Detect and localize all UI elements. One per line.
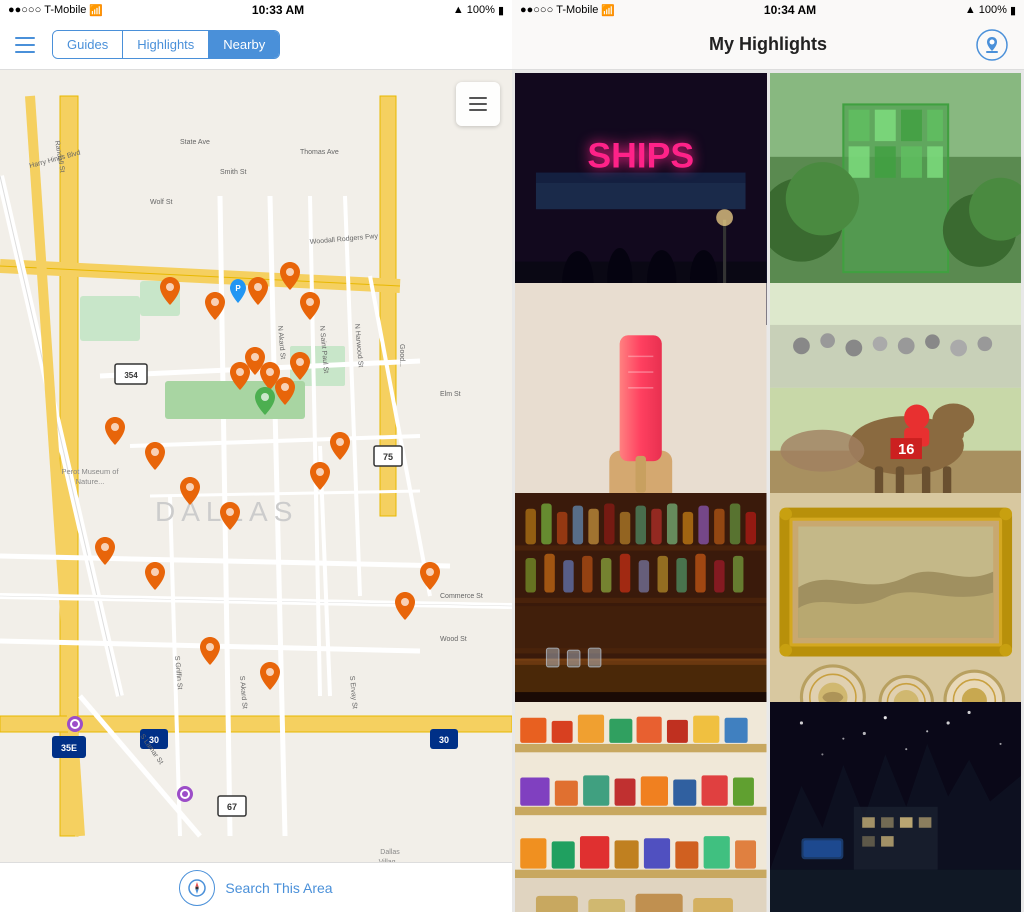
svg-text:Villag...: Villag... [379, 859, 402, 862]
battery-pct-left: 100% [467, 4, 495, 16]
location-button[interactable] [179, 870, 215, 906]
svg-text:Dallas: Dallas [380, 849, 400, 856]
svg-text:354: 354 [124, 371, 138, 380]
svg-text:Thomas Ave: Thomas Ave [300, 149, 339, 156]
svg-text:State Ave: State Ave [180, 139, 210, 146]
svg-text:35E: 35E [61, 743, 77, 753]
right-panel: ●●○○○ T-Mobile 📶 10:34 AM ▲ 100% ▮ My Hi… [512, 0, 1024, 912]
signal-carrier-right: ●●○○○ T-Mobile 📶 [520, 4, 615, 17]
svg-text:P: P [235, 284, 241, 293]
page-title: My Highlights [562, 34, 974, 55]
status-bar-left: ●●○○○ T-Mobile 📶 10:33 AM ▲ 100% ▮ [0, 0, 512, 20]
map-pin-icon [976, 29, 1008, 61]
svg-text:Perot Museum of: Perot Museum of [61, 467, 119, 476]
svg-text:16: 16 [898, 442, 914, 458]
highlights-grid: SHIPS ♥ 0 ★ 1 [512, 70, 1024, 912]
wifi-icon: 📶 [89, 4, 103, 17]
status-bar-right: ●●○○○ T-Mobile 📶 10:34 AM ▲ 100% ▮ [512, 0, 1024, 20]
svg-text:67: 67 [227, 802, 237, 812]
svg-text:SHIPS: SHIPS [587, 135, 694, 175]
time-left: 10:33 AM [252, 3, 304, 17]
left-panel: ●●○○○ T-Mobile 📶 10:33 AM ▲ 100% ▮ Guide… [0, 0, 512, 912]
location-arrow-left: ▲ [453, 4, 464, 16]
map-icon-button[interactable] [974, 27, 1010, 63]
map-container[interactable]: 35E 30 30 75 354 67 DALLAS [0, 70, 512, 862]
svg-text:Commerce St: Commerce St [440, 593, 483, 600]
search-area-button[interactable]: Search This Area [225, 880, 332, 896]
location-arrow-right: ▲ [965, 4, 976, 16]
signal-dots: ●●○○○ [8, 4, 41, 16]
compass-icon [188, 879, 206, 897]
carrier-right: T-Mobile [556, 4, 598, 16]
svg-text:Elm St: Elm St [440, 391, 461, 398]
svg-text:Good...: Good... [398, 344, 405, 367]
battery-icon-right: ▮ [1010, 4, 1016, 17]
svg-text:Wolf St: Wolf St [150, 199, 172, 206]
svg-text:Nature...: Nature... [76, 477, 105, 486]
tab-highlights[interactable]: Highlights [123, 31, 209, 58]
grid-item-night[interactable]: ♥ 0 ★ 0 [770, 702, 1022, 912]
tab-nearby[interactable]: Nearby [209, 31, 279, 58]
wifi-icon-right: 📶 [601, 4, 615, 17]
tab-guides[interactable]: Guides [53, 31, 123, 58]
nav-bar-right: My Highlights [512, 20, 1024, 70]
svg-text:30: 30 [439, 735, 449, 745]
nav-bar-left: Guides Highlights Nearby [0, 20, 512, 70]
time-right: 10:34 AM [764, 3, 816, 17]
map-menu-button[interactable] [456, 82, 500, 126]
hamburger-menu-left[interactable] [10, 30, 40, 60]
svg-text:Smith St: Smith St [220, 169, 247, 176]
svg-text:Wood St: Wood St [440, 636, 467, 643]
map-svg: 35E 30 30 75 354 67 DALLAS [0, 70, 512, 862]
svg-text:75: 75 [383, 452, 393, 462]
signal-dots-right: ●●○○○ [520, 4, 553, 16]
signal-carrier: ●●○○○ T-Mobile 📶 [8, 4, 103, 17]
bottom-bar-left: Search This Area [0, 862, 512, 912]
battery-icon-left: ▮ [498, 4, 504, 17]
grid-item-food[interactable]: ♥ 0 ★ 0 [515, 702, 767, 912]
carrier-name: T-Mobile [44, 4, 86, 16]
battery-pct-right: 100% [979, 4, 1007, 16]
tab-group: Guides Highlights Nearby [52, 30, 280, 59]
battery-left: ▲ 100% ▮ [453, 4, 504, 17]
battery-right: ▲ 100% ▮ [965, 4, 1016, 17]
